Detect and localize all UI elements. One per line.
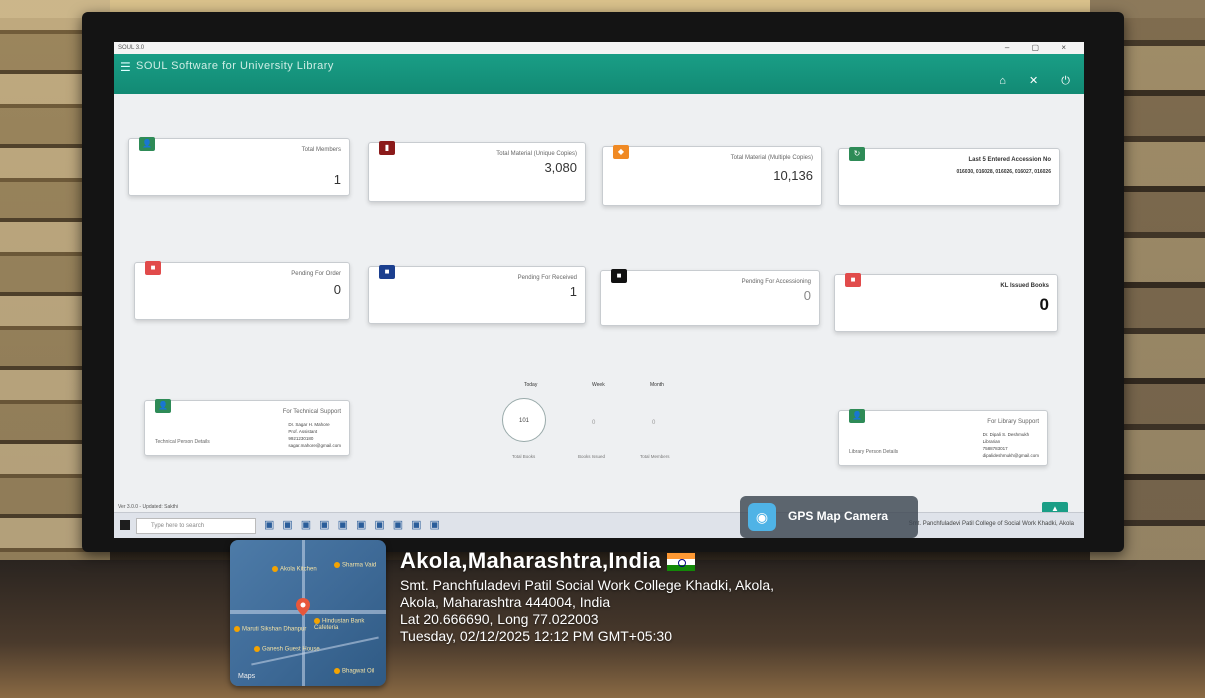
tab-month[interactable]: Month [650,382,664,388]
stat-caption: Books Issued [578,454,606,459]
library-person-details-link[interactable]: Library Person Details [849,449,898,455]
card-value: 0 [1039,295,1049,314]
card-value: 0 [803,288,811,303]
technical-support-card: 👤 For Technical Support Dr. Sagar H. Mah… [144,399,350,456]
header-actions: ⌂ ✕ ⏻ [979,74,1070,88]
support-info: Dr. Dipali S. Deshmukh Librarian 7588783… [982,432,1039,458]
map-poi: Maruti Sikshan Dhanpur [234,626,306,633]
app-title: SOUL Software for University Library [136,60,334,72]
close-window-icon[interactable]: × [1061,43,1076,52]
card-value: 0 [333,282,341,297]
library-support-card: 👤 For Library Support Dr. Dipali S. Desh… [838,409,1048,466]
card-label: Pending For Accessioning [741,279,811,285]
issue-icon: ■ [845,273,861,287]
app-header: ☰ SOUL Software for University Library ⌂… [114,54,1084,94]
stat-value: 0 [652,420,656,426]
card-label: Last 5 Entered Accession No [968,157,1051,163]
book-icon: ▮ [379,141,395,155]
card-total-material-unique[interactable]: ▮ Total Material (Unique Copies) 3,080 [368,141,586,202]
inbox-icon: ■ [379,265,395,279]
cart-icon: ■ [145,261,161,275]
card-label: KL Issued Books [1000,283,1049,289]
support-info: Dr. Sagar H. Mahore Prof. Assistant 9921… [288,422,341,448]
windows-start-icon[interactable] [120,520,130,530]
map-poi: Bhagwat Oil [334,668,374,675]
geo-coordinates: Lat 20.666690, Long 77.022003 [400,611,599,627]
support-title: For Library Support [987,419,1039,425]
geo-place: Smt. Panchfuladevi Patil Social Work Col… [400,577,775,593]
file-icon: ■ [611,269,627,283]
taskbar-status-text: Smt. Panchfuladevi Patil College of Soci… [908,521,1074,527]
tab-week[interactable]: Week [592,382,605,388]
stat-caption: Total Members [640,454,670,459]
card-total-members[interactable]: 👤 Total Members 1 [128,137,350,196]
accession-list: 016030, 016028, 016026, 016027, 016026 [956,169,1051,175]
card-last-accession[interactable]: ↻ Last 5 Entered Accession No 016030, 01… [838,147,1060,206]
card-pending-received[interactable]: ■ Pending For Received 1 [368,265,586,324]
status-line: Ver 3.0.0 - Updated: Sakthi [118,504,179,510]
map-poi: Akola Kitchen [272,566,317,573]
user-icon: 👤 [849,409,865,423]
maximize-icon[interactable]: ▢ [1032,43,1050,52]
window-titlebar: SOUL 3.0 – ▢ × [114,42,1084,54]
card-pending-accessioning[interactable]: ■ Pending For Accessioning 0 [600,269,820,326]
stat-circle: 101 [502,398,546,442]
window-title: SOUL 3.0 [118,45,145,51]
card-value: 1 [569,284,577,299]
minimize-icon[interactable]: – [1005,43,1019,52]
card-issued-books[interactable]: ■ KL Issued Books 0 [834,273,1058,332]
card-label: Total Material (Multiple Copies) [730,155,813,161]
card-value: 1 [333,172,341,187]
home-icon[interactable]: ⌂ [999,75,1006,87]
gps-camera-tag: ◉ GPS Map Camera [740,496,918,538]
geo-datetime: Tuesday, 02/12/2025 12:12 PM GMT+05:30 [400,628,673,644]
stack-icon: ◆ [613,145,629,159]
map-poi: Ganesh Guest House [254,646,320,653]
stats-panel: Today Week Month 101 0 0 Total Books Boo… [494,382,694,472]
tab-today[interactable]: Today [524,382,537,388]
map-poi: Sharma Vaid [334,562,376,569]
map-brand: Maps [238,673,256,680]
location-pin-icon [296,598,310,616]
card-value: 10,136 [773,168,813,183]
gps-camera-label: GPS Map Camera [788,509,889,523]
window-controls[interactable]: – ▢ × [1005,42,1076,54]
stat-caption: Total Books [512,454,536,459]
screen: SOUL 3.0 – ▢ × ☰ SOUL Software for Unive… [114,42,1084,538]
geo-address: Akola, Maharashtra 444004, India [400,594,611,610]
card-label: Total Members [301,147,341,153]
card-label: Pending For Received [517,275,577,281]
stat-value: 0 [592,420,596,426]
card-label: Total Material (Unique Copies) [496,151,577,157]
map-thumbnail: Akola Kitchen Sharma Vaid Hindustan Bank… [230,540,386,686]
hamburger-icon[interactable]: ☰ [120,60,131,74]
support-title: For Technical Support [282,409,341,415]
card-pending-order[interactable]: ■ Pending For Order 0 [134,261,350,320]
card-value: 3,080 [544,160,577,175]
technical-person-details-link[interactable]: Technical Person Details [155,439,210,445]
geo-title: Akola,Maharashtra,India [400,548,960,574]
taskbar-search-input[interactable]: Type here to search [136,518,256,534]
refresh-icon: ↻ [849,147,865,161]
india-flag-icon [667,553,696,572]
close-icon[interactable]: ✕ [1029,75,1038,87]
card-total-material-multiple[interactable]: ◆ Total Material (Multiple Copies) 10,13… [602,145,822,206]
camera-icon: ◉ [748,503,776,531]
user-icon: 👤 [139,137,155,151]
geo-info: Akola,Maharashtra,India Smt. Panchfulade… [400,548,960,688]
user-icon: 👤 [155,399,171,413]
taskbar: Type here to search ▣▣▣▣▣▣▣▣▣▣ Smt. Panc… [114,512,1084,538]
taskbar-apps[interactable]: ▣▣▣▣▣▣▣▣▣▣ [264,518,448,531]
card-label: Pending For Order [291,271,341,277]
map-poi: Hindustan Bank Cafeteria [314,618,365,631]
monitor: SOUL 3.0 – ▢ × ☰ SOUL Software for Unive… [82,12,1124,552]
power-icon[interactable]: ⏻ [1061,75,1070,87]
